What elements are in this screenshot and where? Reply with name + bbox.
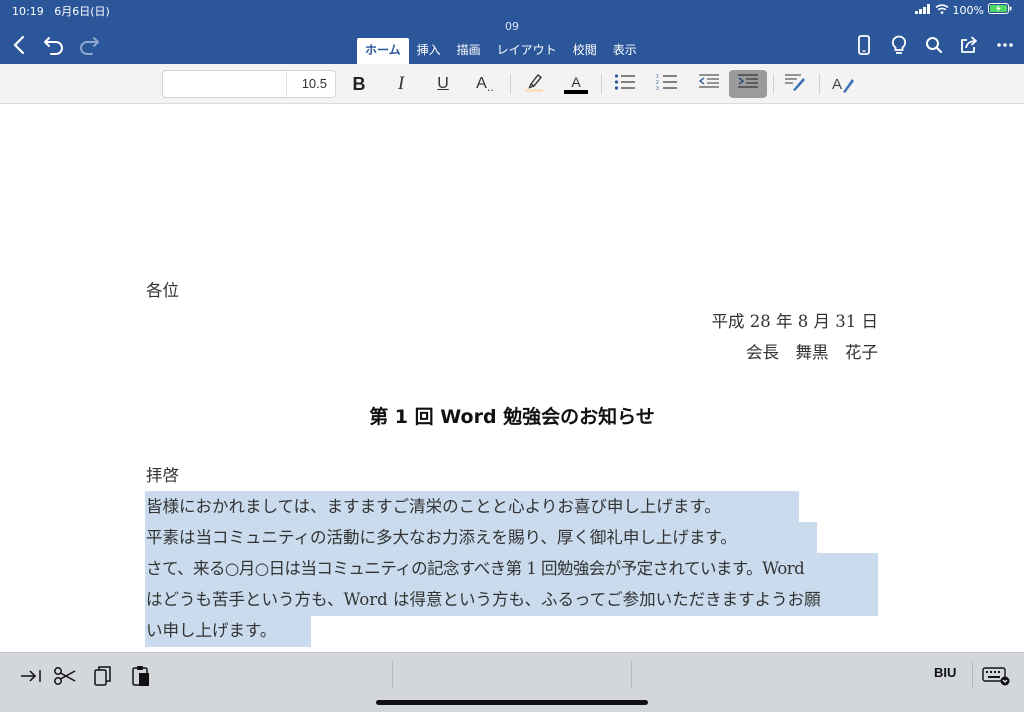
undo-icon[interactable] xyxy=(41,32,67,58)
document-heading: 第 1 回 Word 勉強会のお知らせ xyxy=(369,406,655,428)
italic-glyph: I xyxy=(397,73,405,94)
italic-button[interactable]: I xyxy=(386,70,416,98)
styles-glyph: A xyxy=(831,75,842,93)
status-time-text: 10:19 xyxy=(12,5,44,18)
paragraph-format-button[interactable] xyxy=(780,70,810,98)
font-color-glyph: A xyxy=(571,74,581,90)
styles-icon: A xyxy=(832,76,854,93)
accessory-divider xyxy=(392,661,393,689)
increase-indent-icon xyxy=(736,73,760,95)
decrease-indent-button[interactable] xyxy=(694,70,724,98)
tab-indent-icon[interactable] xyxy=(18,663,44,689)
date-text: 平成 28 年 8 月 31 日 xyxy=(711,312,878,331)
keyboard-dismiss-icon[interactable] xyxy=(981,663,1011,689)
status-indicators: 100% xyxy=(914,3,1012,17)
lightbulb-icon[interactable] xyxy=(886,32,912,58)
body-line: い申し上げます。 xyxy=(146,621,277,640)
more-dots-icon: .. xyxy=(486,80,494,94)
bold-glyph: B xyxy=(352,73,366,94)
numbered-list-icon: 123 xyxy=(656,73,678,95)
styles-button[interactable]: A xyxy=(828,70,858,98)
signal-icon xyxy=(914,3,931,17)
ribbon-tabs: ホーム 挿入 描画 レイアウト 校閲 表示 xyxy=(357,38,645,64)
font-name-field[interactable] xyxy=(163,71,287,97)
document-canvas[interactable]: 各位 平成 28 年 8 月 31 日 会長 舞黒 花子 第 1 回 Word … xyxy=(0,105,1024,652)
salutation-text: 各位 xyxy=(146,281,179,300)
mobile-view-icon[interactable] xyxy=(851,32,877,58)
battery-percent: 100% xyxy=(952,3,984,17)
tab-home[interactable]: ホーム xyxy=(357,38,409,64)
cut-icon[interactable] xyxy=(52,663,78,689)
share-icon[interactable] xyxy=(956,32,982,58)
sender-text: 会長 舞黒 花子 xyxy=(746,343,878,362)
accessory-divider xyxy=(972,661,973,689)
font-color-button[interactable]: A xyxy=(561,70,591,98)
bullet-list-icon xyxy=(614,73,636,95)
underline-glyph: U xyxy=(437,75,449,92)
status-date-text: 6月6日(日) xyxy=(54,5,110,18)
ribbon-divider xyxy=(773,74,774,94)
font-size-field[interactable]: 10.5 xyxy=(302,71,327,97)
app-header: 10:19 6月6日(日) 100% 09 ホーム 挿入 描画 レイアウト 校閲… xyxy=(0,0,1024,64)
body-line: さて、来る○月○日は当コミュニティの記念すべき第 1 回勉強会が予定されています… xyxy=(146,559,805,578)
increase-indent-button[interactable] xyxy=(729,70,767,98)
paste-icon[interactable] xyxy=(128,663,154,689)
ribbon-divider xyxy=(510,74,511,94)
copy-icon[interactable] xyxy=(90,663,116,689)
more-options-icon[interactable] xyxy=(992,32,1018,58)
text-format-button[interactable]: BIU xyxy=(934,665,956,680)
tab-layout[interactable]: レイアウト xyxy=(489,38,565,64)
body-line: はどうも苦手という方も、Word は得意という方も、ふるってご参加いただきますよ… xyxy=(146,590,821,609)
underline-button[interactable]: U xyxy=(428,70,458,98)
format-painter-icon xyxy=(783,72,807,96)
body-line: 皆様におかれましては、ますますご清栄のことと心よりお喜び申し上げます。 xyxy=(146,497,721,516)
font-color-swatch xyxy=(564,90,588,94)
home-indicator xyxy=(376,700,648,705)
svg-text:3: 3 xyxy=(656,86,659,91)
biu-label: BIU xyxy=(934,665,957,680)
wifi-icon xyxy=(935,3,949,17)
back-icon[interactable] xyxy=(6,32,32,58)
redo-icon[interactable] xyxy=(76,32,102,58)
font-selector: 10.5 xyxy=(162,70,336,98)
font-effects-button[interactable]: A .. xyxy=(470,70,500,98)
search-icon[interactable] xyxy=(921,32,947,58)
numbering-button[interactable]: 123 xyxy=(652,70,682,98)
battery-icon xyxy=(988,3,1012,17)
highlighter-icon xyxy=(522,71,546,97)
accessory-divider xyxy=(631,661,632,689)
font-effects-glyph: A xyxy=(476,75,487,92)
status-time: 10:19 6月6日(日) xyxy=(12,3,110,19)
tab-view[interactable]: 表示 xyxy=(605,38,645,64)
ribbon-divider xyxy=(819,74,820,94)
highlight-button[interactable] xyxy=(519,70,549,98)
bold-button[interactable]: B xyxy=(344,70,374,98)
opening-text: 拝啓 xyxy=(146,466,179,485)
bullets-button[interactable] xyxy=(610,70,640,98)
tab-insert[interactable]: 挿入 xyxy=(409,38,449,64)
ribbon-toolbar: 10.5 B I U A .. A 123 A xyxy=(0,64,1024,104)
font-color-icon: A xyxy=(564,74,588,94)
body-line: 平素は当コミュニティの活動に多大なお力添えを賜り、厚く御礼申し上げます。 xyxy=(146,528,737,547)
decrease-indent-icon xyxy=(697,73,721,95)
tab-review[interactable]: 校閲 xyxy=(565,38,605,64)
ribbon-divider xyxy=(601,74,602,94)
tab-draw[interactable]: 描画 xyxy=(449,38,489,64)
